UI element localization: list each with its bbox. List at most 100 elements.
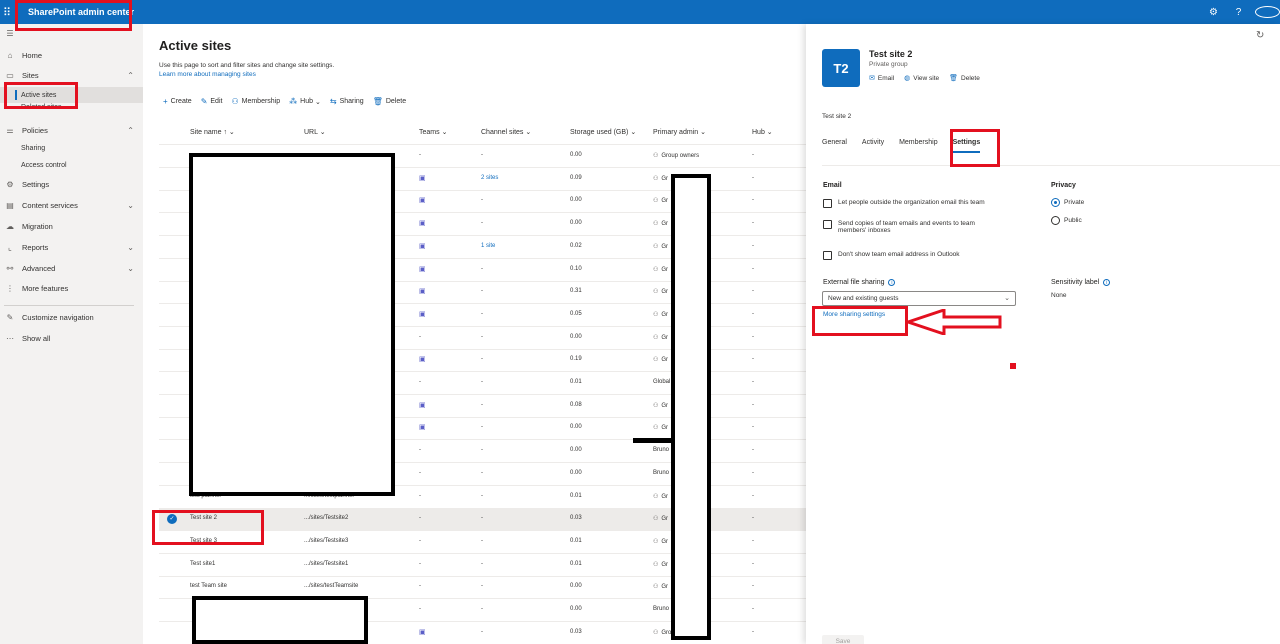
pencil-icon: ✎	[200, 97, 208, 106]
highlight-active-sites	[4, 82, 78, 109]
hub-button[interactable]: ⁂ Hub ⌄	[289, 97, 321, 106]
person-icon: ⚇	[653, 311, 659, 318]
email-checkbox-copies[interactable]: Send copies of team emails and events to…	[823, 220, 1003, 234]
column-header-teams[interactable]: Teams ⌄	[419, 128, 447, 136]
chevron-down-icon: ⌄	[441, 129, 448, 136]
admin-name: Gr	[661, 198, 669, 205]
checkbox[interactable]	[823, 251, 832, 260]
content-services-icon: ▤	[6, 200, 14, 210]
gear-icon[interactable]: ⚙	[1201, 7, 1226, 18]
column-header-primary-admin[interactable]: Primary admin ⌄	[653, 128, 706, 136]
save-button[interactable]: Save	[822, 635, 864, 644]
help-icon[interactable]: ?	[1226, 7, 1251, 18]
column-header-hub[interactable]: Hub ⌄	[752, 128, 773, 136]
checkbox[interactable]	[823, 220, 832, 229]
advanced-icon: ⚯	[6, 263, 14, 273]
cell-hub: -	[752, 515, 754, 522]
cell-channel-sites[interactable]: 1 site	[481, 243, 495, 249]
external-sharing-dropdown[interactable]: New and existing guests ⌄	[822, 291, 1016, 306]
refresh-icon[interactable]: ↻	[1256, 30, 1264, 41]
admin-name: Gr	[661, 311, 669, 318]
email-checkbox-external[interactable]: Let people outside the organization emai…	[823, 199, 1023, 208]
chevron-down-icon: ⌄	[1004, 295, 1010, 302]
person-icon: ⚇	[653, 221, 659, 228]
admin-name: Gr	[661, 561, 669, 568]
tab-membership[interactable]: Membership	[899, 139, 938, 146]
learn-more-link[interactable]: Learn more about managing sites	[159, 71, 256, 78]
top-bar: ⠿ SharePoint admin center ⚙ ?	[0, 0, 1280, 24]
nav-item-home[interactable]: ⌂ Home	[0, 47, 143, 63]
cell-teams: -	[419, 379, 421, 385]
membership-button[interactable]: ⚇ Membership	[231, 97, 280, 106]
hamburger-icon: ☰	[6, 28, 14, 38]
nav-item-migration[interactable]: ☁ Migration	[0, 218, 143, 234]
nav-item-sites[interactable]: ▭ Sites ⌃	[0, 67, 143, 83]
sensitivity-heading: Sensitivity label i	[1051, 279, 1111, 286]
nav-item-customize-navigation[interactable]: ✎ Customize navigation	[0, 309, 143, 325]
tab-general[interactable]: General	[822, 139, 847, 146]
sharing-button[interactable]: ⇆ Sharing	[330, 97, 364, 106]
user-avatar[interactable]	[1255, 6, 1280, 18]
highlight-selected-row	[152, 510, 264, 545]
view-site-button[interactable]: ◍ View site	[904, 74, 939, 83]
info-icon[interactable]: i	[1103, 279, 1111, 286]
cell-storage: 0.00	[570, 333, 582, 340]
admin-name: Bruno	[653, 447, 670, 454]
nav-item-access-control[interactable]: Access control	[0, 157, 143, 173]
cell-storage: 0.03	[570, 515, 582, 522]
email-button[interactable]: ✉ Email	[869, 74, 894, 83]
cell-teams: -	[419, 560, 421, 567]
admin-name: Gr	[661, 425, 669, 432]
privacy-radio-private[interactable]: Private	[1051, 198, 1084, 207]
column-header-storage[interactable]: Storage used (GB) ⌄	[570, 128, 636, 136]
info-icon[interactable]: i	[888, 279, 896, 286]
radio[interactable]	[1051, 216, 1060, 225]
cell-hub: -	[752, 583, 754, 590]
cell-teams: -	[419, 606, 421, 612]
create-button[interactable]: + Create	[163, 97, 192, 106]
red-mark	[1010, 363, 1016, 369]
nav-item-show-all[interactable]: ⋯ Show all	[0, 330, 143, 346]
column-header-url[interactable]: URL ⌄	[304, 128, 326, 136]
nav-item-policies[interactable]: ⚌ Policies ⌃	[0, 122, 143, 138]
cell-channel-sites: -	[481, 606, 483, 612]
nav-item-sharing[interactable]: Sharing	[0, 140, 143, 156]
chevron-down-icon: ⌄	[319, 129, 326, 136]
cell-storage: 0.00	[570, 220, 582, 227]
nav-item-advanced[interactable]: ⚯ Advanced ⌄	[0, 260, 143, 276]
nav-item-reports[interactable]: ⌞ Reports ⌄	[0, 239, 143, 255]
cell-primary-admin: ⚇ Gr	[653, 538, 668, 545]
cell-site-name[interactable]: test Team site	[190, 583, 227, 589]
cell-teams: -	[419, 515, 421, 522]
cell-primary-admin: ⚇ Gr	[653, 583, 668, 590]
mail-icon: ✉	[869, 75, 875, 82]
cell-channel-sites: -	[481, 469, 483, 476]
teams-icon: ▣	[419, 628, 426, 636]
panel-site-type: Private group	[869, 61, 908, 68]
cell-primary-admin: ⚇ Gr	[653, 311, 668, 318]
cell-storage: 0.00	[570, 606, 582, 612]
nav-item-more-features[interactable]: ⋮ More features	[0, 280, 143, 296]
radio-selected[interactable]	[1051, 198, 1060, 207]
command-bar: + Create ✎ Edit ⚇ Membership ⁂ Hub ⌄ ⇆ Sharing…	[163, 97, 415, 106]
nav-item-settings[interactable]: ⚙ Settings	[0, 176, 143, 192]
cell-site-name[interactable]: Test site1	[190, 561, 215, 567]
edit-button[interactable]: ✎ Edit	[201, 97, 223, 106]
cloud-icon: ☁	[6, 221, 14, 231]
privacy-radio-public[interactable]: Public	[1051, 216, 1082, 225]
admin-name: Gr	[661, 243, 669, 250]
delete-site-button[interactable]: 🗑 Delete	[949, 74, 980, 83]
delete-button[interactable]: 🗑 Delete	[373, 97, 406, 106]
tab-activity[interactable]: Activity	[862, 139, 884, 146]
teams-icon: ▣	[419, 174, 426, 182]
teams-icon: ▣	[419, 242, 426, 250]
cell-channel-sites[interactable]: 2 sites	[481, 175, 498, 181]
email-checkbox-hide-address[interactable]: Don't show team email address in Outlook	[823, 251, 1023, 260]
column-header-site-name[interactable]: Site name ↑ ⌄	[190, 128, 235, 136]
chart-icon: ⌞	[8, 242, 12, 252]
nav-item-content-services[interactable]: ▤ Content services ⌄	[0, 197, 143, 213]
checkbox[interactable]	[823, 199, 832, 208]
column-header-channel-sites[interactable]: Channel sites ⌄	[481, 128, 531, 136]
cell-primary-admin: Bruno	[653, 447, 669, 453]
cell-primary-admin: ⚇Group owners	[653, 152, 699, 159]
